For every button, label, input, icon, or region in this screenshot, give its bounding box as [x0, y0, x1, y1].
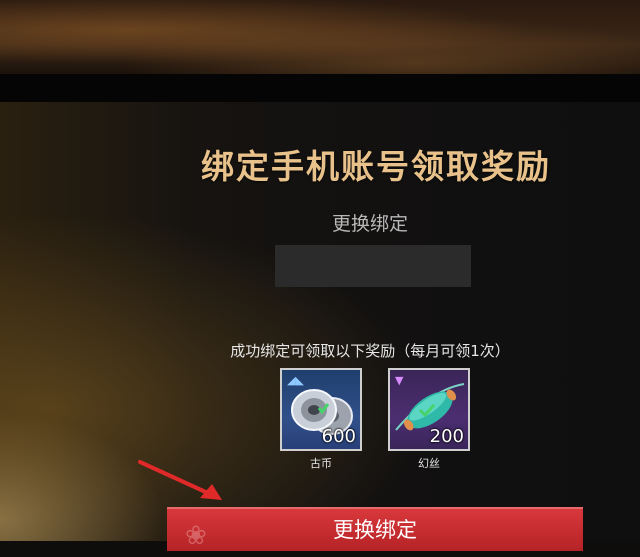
- pointer-arrow-icon: [138, 460, 222, 500]
- header-banner-image: [0, 0, 640, 74]
- reward-item-silk[interactable]: ▼ 200: [388, 368, 470, 451]
- change-binding-link[interactable]: 更换绑定: [0, 209, 640, 236]
- swirl-decoration-icon: ❀: [185, 521, 207, 551]
- reward-name: 幻丝: [418, 457, 440, 470]
- reward-item-coin[interactable]: ◢◣ 600: [280, 368, 362, 451]
- reward-description: 成功绑定可领取以下奖励（每月可领1次）: [230, 342, 510, 360]
- reward-name: 古币: [310, 457, 332, 470]
- masked-account-field: [275, 245, 471, 287]
- divider-band: [0, 74, 640, 102]
- reward-quantity: 600: [321, 426, 356, 447]
- reward-quantity: 200: [429, 426, 464, 447]
- change-binding-button-label: 更换绑定: [333, 518, 417, 542]
- page-title: 绑定手机账号领取奖励: [201, 147, 551, 186]
- change-binding-button[interactable]: ❀ 更换绑定: [167, 507, 583, 551]
